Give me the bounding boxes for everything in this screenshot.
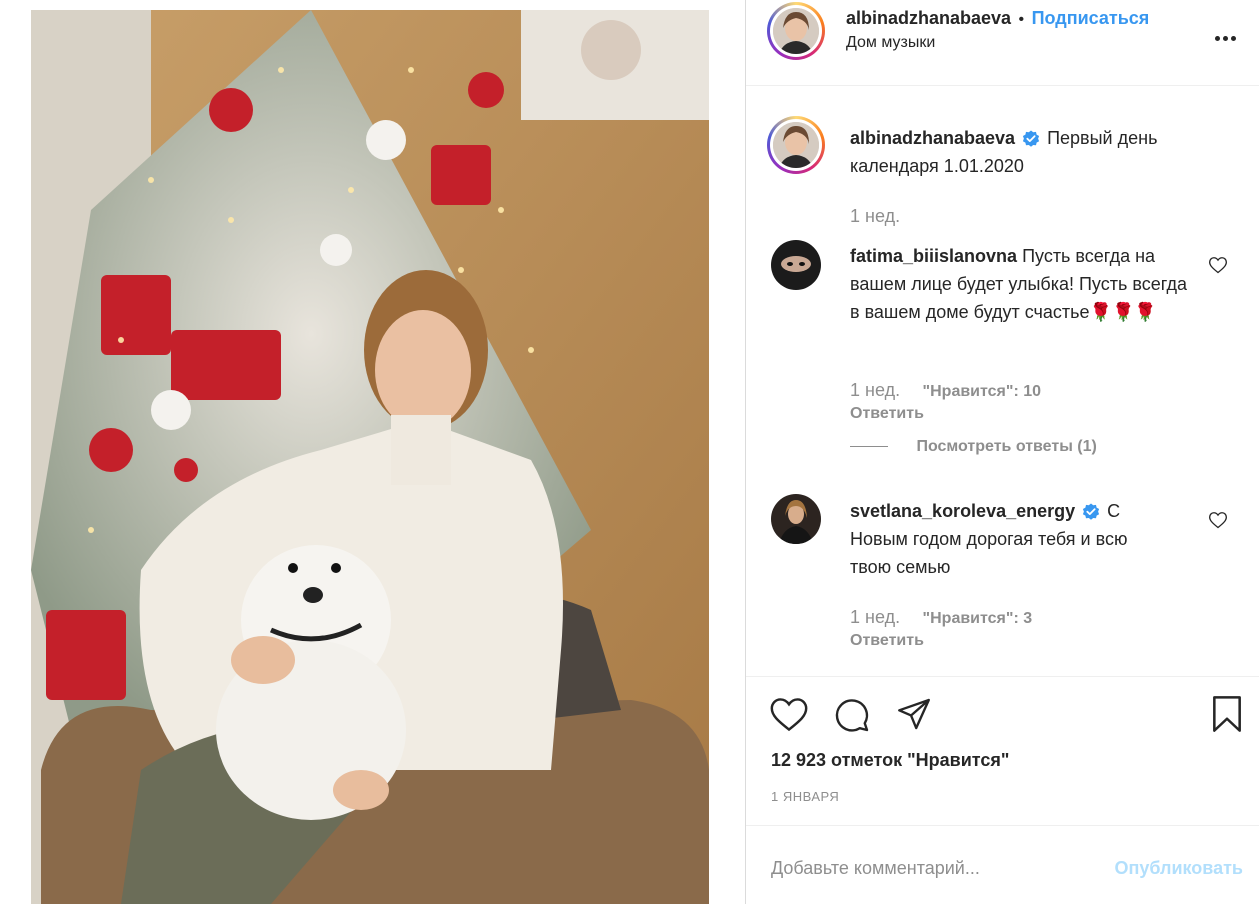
heart-icon[interactable] [1208, 510, 1228, 530]
post-side-panel: albinadzhanabaeva • Подписаться Дом музы… [746, 0, 1259, 904]
header-separator: • [1018, 11, 1025, 28]
author-username[interactable]: albinadzhanabaeva [846, 8, 1011, 28]
view-replies-label: Посмотреть ответы (1) [916, 438, 1097, 455]
verified-icon [1083, 503, 1100, 521]
verified-icon [1022, 130, 1040, 148]
author-avatar [773, 8, 819, 54]
comment-input-divider [746, 825, 1259, 826]
comment-avatar[interactable] [771, 240, 821, 290]
post-photo[interactable] [31, 10, 709, 904]
comment-body: svetlana_koroleva_energy С Новым годом д… [850, 497, 1170, 581]
more-options-icon[interactable] [1215, 28, 1241, 41]
view-replies-button[interactable]: Посмотреть ответы (1) [850, 438, 1097, 456]
comment-username[interactable]: svetlana_koroleva_energy [850, 501, 1075, 521]
post-header: albinadzhanabaeva • Подписаться Дом музы… [746, 0, 1259, 85]
reply-button[interactable]: Ответить [850, 632, 924, 650]
author-avatar-ring[interactable] [767, 2, 825, 60]
comment-time[interactable]: 1 нед. [850, 380, 900, 400]
header-divider [746, 85, 1259, 86]
comment-username[interactable]: fatima_biiislanovna [850, 246, 1017, 266]
caption: albinadzhanabaeva Первый день календаря … [850, 124, 1230, 180]
replies-line [850, 446, 888, 448]
share-icon[interactable] [896, 697, 932, 731]
heart-icon[interactable] [1208, 255, 1228, 275]
post-date[interactable]: 1 ЯНВАРЯ [771, 789, 839, 804]
bookmark-icon[interactable] [1211, 695, 1243, 733]
comment-avatar[interactable] [771, 494, 821, 544]
like-heart-icon[interactable] [769, 696, 809, 732]
comment-likes[interactable]: "Нравится": 10 [923, 383, 1042, 400]
reply-button[interactable]: Ответить [850, 405, 924, 423]
publish-button[interactable]: Опубликовать [1114, 858, 1243, 879]
comment-icon[interactable] [834, 697, 870, 733]
caption-avatar-ring[interactable] [767, 116, 825, 174]
add-comment-input[interactable] [771, 858, 1071, 879]
post-page: albinadzhanabaeva • Подписаться Дом музы… [0, 0, 1259, 904]
comment-time[interactable]: 1 нед. [850, 607, 900, 627]
caption-username[interactable]: albinadzhanabaeva [850, 128, 1015, 148]
actions-divider [746, 676, 1259, 677]
comment-body: fatima_biiislanovna Пусть всегда на ваше… [850, 242, 1190, 326]
caption-avatar [773, 122, 819, 168]
caption-time[interactable]: 1 нед. [850, 206, 900, 227]
comment-likes[interactable]: "Нравится": 3 [923, 610, 1033, 627]
likes-count[interactable]: 12 923 отметок "Нравится" [771, 750, 1009, 771]
follow-button[interactable]: Подписаться [1032, 8, 1150, 28]
post-location[interactable]: Дом музыки [846, 34, 935, 52]
